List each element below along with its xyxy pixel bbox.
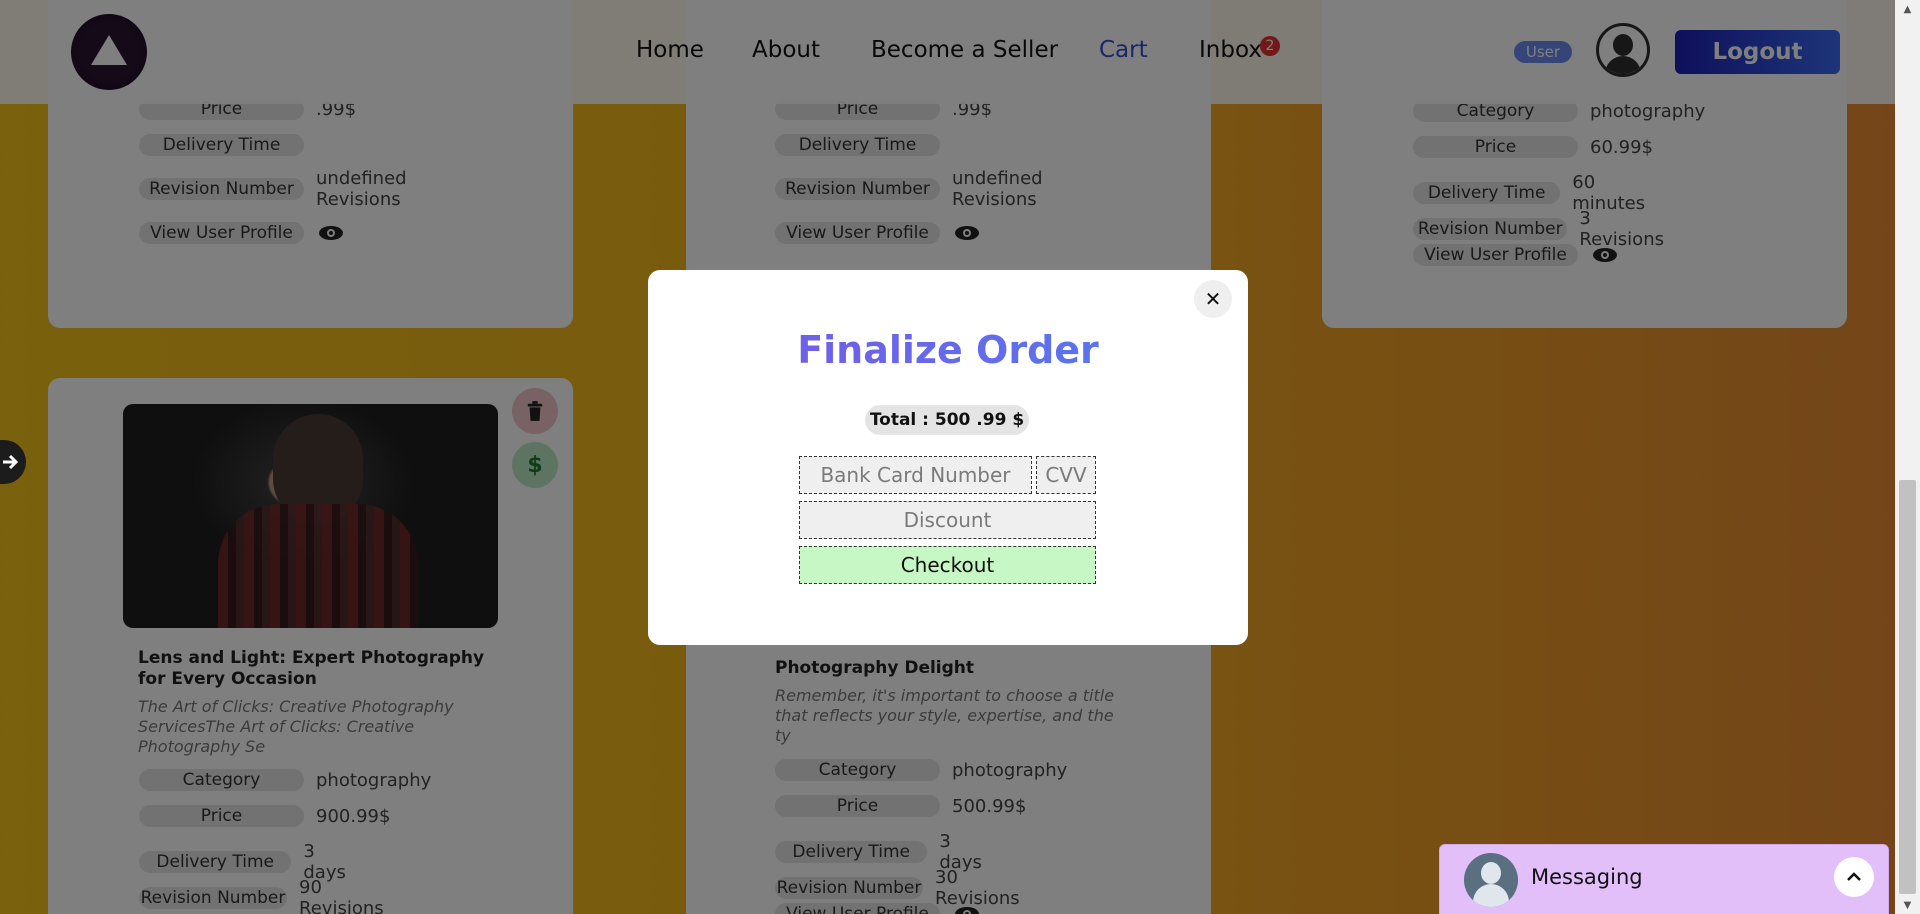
modal-title: Finalize Order	[648, 328, 1248, 372]
messaging-avatar	[1464, 853, 1518, 907]
order-total: Total : 500 .99 $	[865, 405, 1029, 435]
scroll-thumb[interactable]	[1899, 480, 1916, 894]
scroll-down-icon[interactable]: ▼	[1895, 896, 1920, 914]
close-button[interactable]: ✕	[1194, 280, 1232, 318]
messaging-label: Messaging	[1531, 865, 1643, 889]
cvv-input[interactable]	[1036, 456, 1096, 494]
discount-input[interactable]	[799, 501, 1096, 539]
scroll-up-icon[interactable]: ▲	[1895, 0, 1920, 18]
checkout-button[interactable]: Checkout	[799, 546, 1096, 584]
messaging-widget[interactable]: Messaging	[1439, 844, 1889, 914]
bank-card-input[interactable]	[799, 456, 1032, 494]
chevron-up-icon[interactable]	[1834, 857, 1874, 897]
scrollbar[interactable]: ▲ ▼	[1895, 0, 1920, 914]
finalize-order-modal: ✕ Finalize Order Total : 500 .99 $ Check…	[648, 270, 1248, 645]
